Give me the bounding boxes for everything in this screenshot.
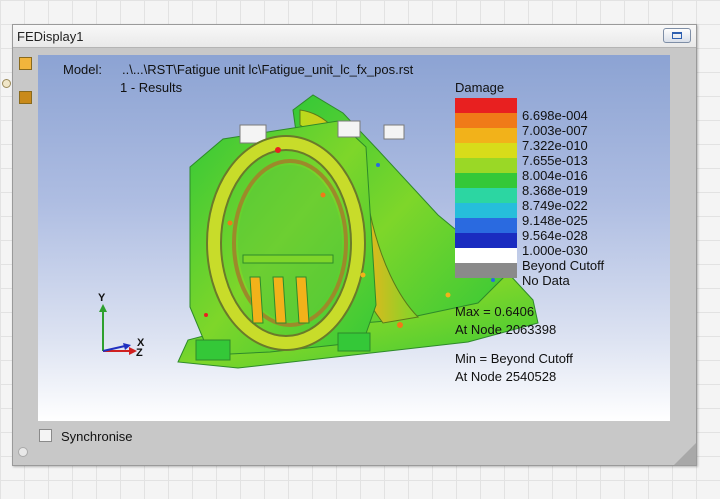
legend-swatch bbox=[455, 143, 517, 158]
axis-triad-icon: Y X Z bbox=[98, 292, 145, 359]
legend-label: 8.368e-019 bbox=[522, 183, 588, 198]
legend-title: Damage bbox=[455, 80, 505, 95]
max-value: Max = 0.6406 bbox=[455, 304, 535, 319]
fe-viewport[interactable]: Model: ..\...\RST\Fatigue unit lc\Fatigu… bbox=[38, 55, 670, 421]
output-connector-icon[interactable] bbox=[18, 447, 28, 457]
legend-swatch bbox=[455, 218, 517, 233]
legend-swatch bbox=[455, 158, 517, 173]
legend-label: Beyond Cutoff bbox=[522, 258, 605, 273]
legend-swatch bbox=[455, 203, 517, 218]
min-value: Min = Beyond Cutoff bbox=[455, 351, 573, 366]
input-port-icon[interactable] bbox=[19, 57, 32, 70]
legend-label: 6.698e-004 bbox=[522, 108, 588, 123]
legend-label: 9.564e-028 bbox=[522, 228, 588, 243]
input-connector-icon[interactable] bbox=[2, 79, 11, 88]
resize-grip-icon[interactable] bbox=[674, 443, 696, 465]
legend-swatch bbox=[455, 98, 517, 113]
legend-label: 7.655e-013 bbox=[522, 153, 588, 168]
legend-swatch bbox=[455, 173, 517, 188]
window-title: FEDisplay1 bbox=[17, 29, 84, 44]
restore-button[interactable] bbox=[663, 28, 691, 43]
legend-label: 1.000e-030 bbox=[522, 243, 588, 258]
synchronise-checkbox[interactable] bbox=[39, 429, 52, 442]
legend-swatch bbox=[455, 188, 517, 203]
port-strip bbox=[2, 47, 37, 465]
fe-display-window: FEDisplay1 Model: ..\...\RST\Fatigue uni… bbox=[2, 24, 697, 466]
footer-bar: Synchronise bbox=[13, 421, 696, 465]
legend-label: 7.322e-010 bbox=[522, 138, 588, 153]
min-node: At Node 2540528 bbox=[455, 369, 557, 384]
legend-label: 8.004e-016 bbox=[522, 168, 588, 183]
legend-swatch bbox=[455, 263, 517, 278]
legend-swatch bbox=[455, 248, 517, 263]
legend-swatch bbox=[455, 233, 517, 248]
output-port-icon[interactable] bbox=[19, 91, 32, 104]
window-restore-icon bbox=[672, 32, 682, 39]
title-bar[interactable]: FEDisplay1 bbox=[13, 25, 696, 48]
legend-label: 8.749e-022 bbox=[522, 198, 588, 213]
max-node: At Node 2063398 bbox=[455, 322, 557, 337]
axis-y-label: Y bbox=[98, 292, 106, 304]
legend-label: No Data bbox=[522, 273, 570, 288]
axis-z-label: Z bbox=[136, 347, 143, 359]
legend-swatch bbox=[455, 128, 517, 143]
legend-swatch bbox=[455, 113, 517, 128]
legend-label: 7.003e-007 bbox=[522, 123, 588, 138]
legend-label: 9.148e-025 bbox=[522, 213, 588, 228]
synchronise-label[interactable]: Synchronise bbox=[61, 429, 133, 444]
